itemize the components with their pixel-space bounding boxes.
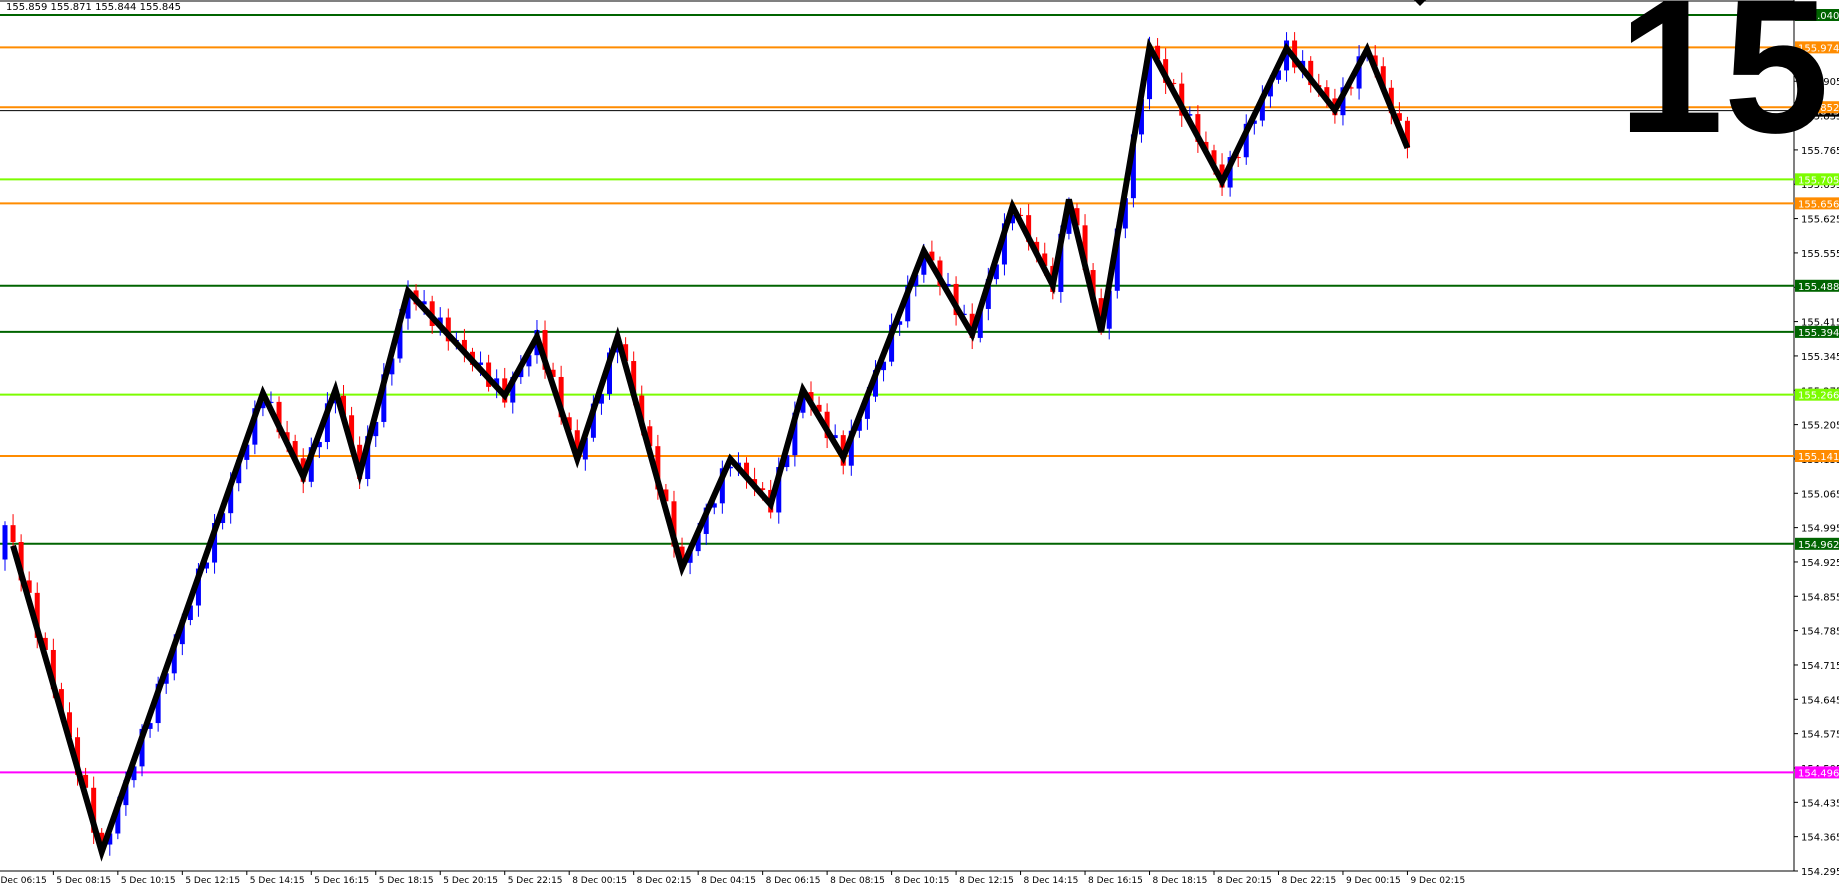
x-tick-label: 5 Dec 22:15 xyxy=(508,876,563,886)
x-tick-label: 8 Dec 18:15 xyxy=(1153,876,1208,886)
y-tick-label: 154.925 xyxy=(1801,558,1839,569)
y-tick-label: 154.855 xyxy=(1801,592,1839,603)
x-tick-label: 5 Dec 18:15 xyxy=(379,876,434,886)
level-price-label: 154.496 xyxy=(1798,768,1839,779)
level-price-label: 155.266 xyxy=(1798,391,1839,402)
x-tick-label: 8 Dec 20:15 xyxy=(1217,876,1272,886)
candle-body xyxy=(2,525,8,560)
y-tick-label: 154.995 xyxy=(1801,524,1839,535)
x-tick-label: 9 Dec 00:15 xyxy=(1346,876,1401,886)
x-tick-label: 8 Dec 00:15 xyxy=(572,876,627,886)
x-tick-label: 8 Dec 06:15 xyxy=(766,876,821,886)
x-tick-label: 5 Dec 14:15 xyxy=(250,876,305,886)
x-tick-label: 5 Dec 16:15 xyxy=(314,876,369,886)
y-tick-label: 155.065 xyxy=(1801,489,1839,500)
x-tick-label: 8 Dec 16:15 xyxy=(1088,876,1143,886)
y-tick-label: 155.555 xyxy=(1801,249,1839,260)
y-tick-label: 154.575 xyxy=(1801,730,1839,741)
x-tick-label: 8 Dec 04:15 xyxy=(701,876,756,886)
level-price-label: 154.962 xyxy=(1798,540,1839,551)
x-tick-label: 8 Dec 12:15 xyxy=(959,876,1014,886)
y-tick-label: 154.365 xyxy=(1801,833,1839,844)
shift-marker-icon xyxy=(1414,0,1426,6)
x-tick-label: 8 Dec 14:15 xyxy=(1024,876,1079,886)
y-tick-label: 154.645 xyxy=(1801,695,1839,706)
level-price-label: 155.705 xyxy=(1798,175,1839,186)
x-tick-label: 5 Dec 10:15 xyxy=(121,876,176,886)
y-tick-label: 154.435 xyxy=(1801,798,1839,809)
x-tick-label: 9 Dec 02:15 xyxy=(1410,876,1465,886)
level-price-label: 155.656 xyxy=(1798,199,1839,210)
x-tick-label: 8 Dec 22:15 xyxy=(1281,876,1336,886)
x-tick-label: 8 Dec 02:15 xyxy=(637,876,692,886)
x-tick-label: 5 Dec 20:15 xyxy=(443,876,498,886)
x-tick-label: 8 Dec 08:15 xyxy=(830,876,885,886)
level-price-label: 155.394 xyxy=(1798,328,1839,339)
level-price-label: 155.141 xyxy=(1798,452,1839,463)
x-tick-label: 8 Dec 10:15 xyxy=(895,876,950,886)
y-tick-label: 154.785 xyxy=(1801,627,1839,638)
y-tick-label: 155.345 xyxy=(1801,352,1839,363)
ohlc-readout: 155.859 155.871 155.844 155.845 xyxy=(6,2,181,13)
y-tick-label: 155.625 xyxy=(1801,215,1839,226)
y-tick-label: 154.295 xyxy=(1801,867,1839,878)
x-tick-label: 5 Dec 12:15 xyxy=(185,876,240,886)
x-tick-label: 5 Dec 08:15 xyxy=(56,876,111,886)
candle-body xyxy=(10,525,16,542)
zigzag-line xyxy=(10,37,1411,862)
timeframe-overlay-label: 15 xyxy=(1618,0,1830,173)
y-tick-label: 154.715 xyxy=(1801,661,1839,672)
y-tick-label: 155.205 xyxy=(1801,421,1839,432)
level-price-label: 155.488 xyxy=(1798,282,1839,293)
price-chart: 155.905155.835155.765155.695155.625155.5… xyxy=(0,0,1839,886)
x-tick-label: 5 Dec 06:15 xyxy=(0,876,47,886)
